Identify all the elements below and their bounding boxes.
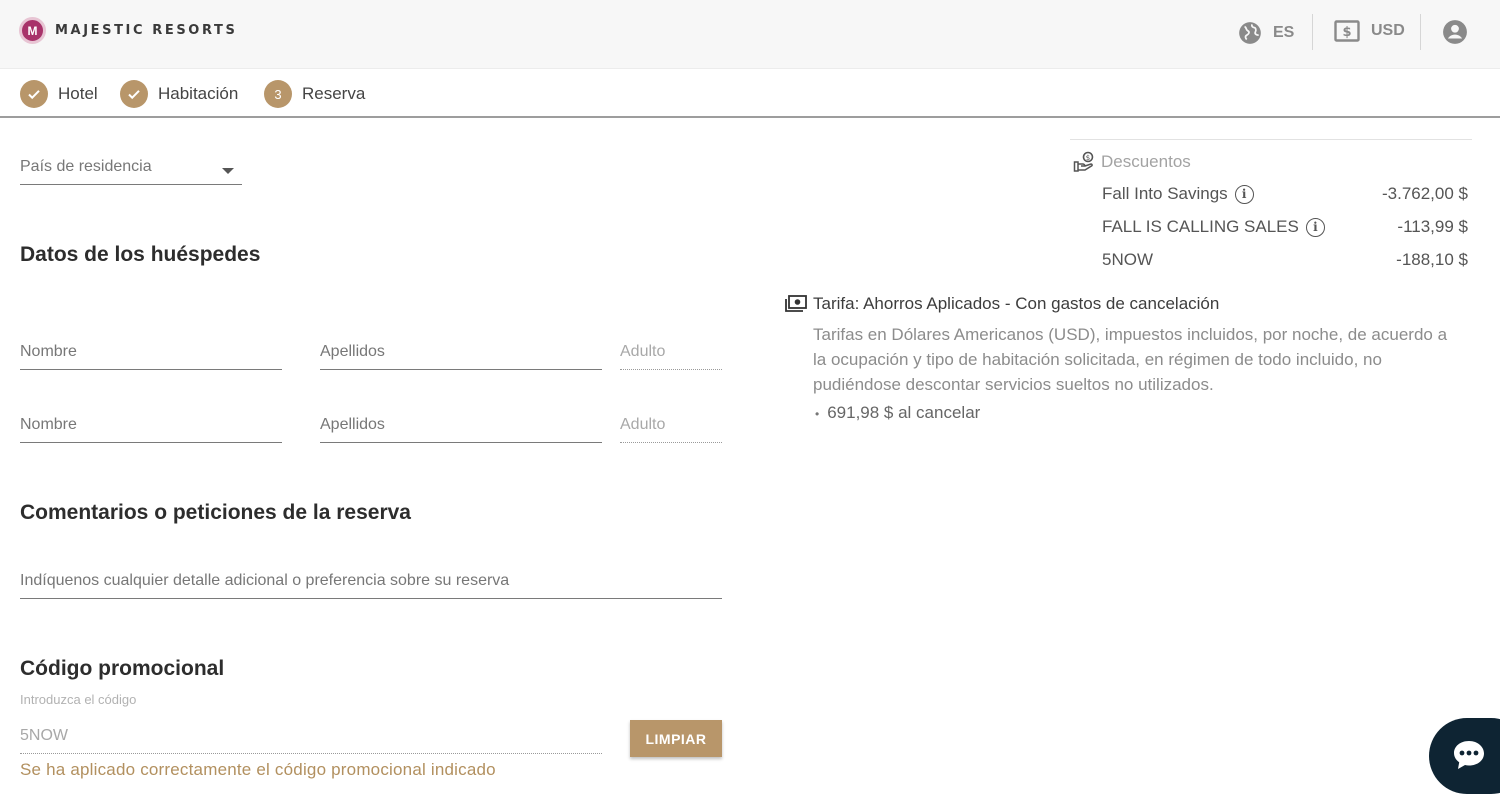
discounts-header: $ Descuentos xyxy=(1073,151,1191,173)
guests-title: Datos de los huéspedes xyxy=(20,243,261,266)
field-placeholder: Adulto xyxy=(620,343,666,360)
step-number: 3 xyxy=(264,80,292,108)
discount-row: 5NOW -188,10 $ xyxy=(1102,250,1468,270)
svg-text:$: $ xyxy=(1086,154,1090,162)
currency-icon: $ xyxy=(1334,20,1360,42)
user-icon xyxy=(1443,20,1467,44)
step-label: Reserva xyxy=(302,84,366,103)
field-placeholder: Apellidos xyxy=(320,416,385,433)
discount-name: FALL IS CALLING SALES xyxy=(1102,217,1299,236)
comments-title: Comentarios o peticiones de la reserva xyxy=(20,501,411,524)
chat-button[interactable] xyxy=(1429,718,1500,794)
currency-code: USD xyxy=(1371,22,1405,39)
last-name-input[interactable]: Apellidos xyxy=(320,335,602,370)
language-code: ES xyxy=(1273,24,1295,41)
account-button[interactable] xyxy=(1442,19,1468,45)
first-name-input[interactable]: Nombre xyxy=(20,335,282,370)
summary-divider xyxy=(1070,139,1472,140)
promo-success-message: Se ha aplicado correctamente el código p… xyxy=(20,760,496,779)
step-done-icon xyxy=(20,80,48,108)
field-placeholder: Apellidos xyxy=(320,343,385,360)
discount-hand-icon: $ xyxy=(1073,151,1094,172)
discount-amount: -113,99 $ xyxy=(1397,217,1468,236)
language-selector[interactable]: ES xyxy=(1237,20,1294,46)
discount-name: 5NOW xyxy=(1102,250,1153,269)
promo-code-input[interactable]: 5NOW xyxy=(20,718,602,754)
last-name-input[interactable]: Apellidos xyxy=(320,408,602,443)
discount-row: Fall Into Savings i -3.762,00 $ xyxy=(1102,184,1468,204)
step-label: Habitación xyxy=(158,84,239,103)
currency-selector[interactable]: $ USD xyxy=(1334,20,1405,42)
clear-promo-button[interactable]: LIMPIAR xyxy=(630,720,722,757)
discount-amount: -3.762,00 $ xyxy=(1381,184,1468,203)
info-icon[interactable]: i xyxy=(1234,184,1254,204)
brand-logo-mark: M xyxy=(19,17,46,44)
booking-steps: Hotel Habitación 3 Reserva xyxy=(0,69,1500,118)
step-label: Hotel xyxy=(58,84,98,103)
field-placeholder: Nombre xyxy=(20,416,77,433)
header-divider xyxy=(1420,14,1421,50)
field-placeholder: Indíquenos cualquier detalle adicional o… xyxy=(20,572,510,589)
country-select[interactable]: País de residencia xyxy=(20,150,242,185)
chevron-down-icon xyxy=(222,168,234,174)
step-booking[interactable]: 3 Reserva xyxy=(264,80,365,108)
promo-code-value: 5NOW xyxy=(20,727,68,744)
rate-title: Tarifa: Ahorros Aplicados - Con gastos d… xyxy=(813,294,1220,313)
step-done-icon xyxy=(120,80,148,108)
brand-name: MAJESTIC RESORTS xyxy=(55,23,238,38)
guest-type-field: Adulto xyxy=(620,408,722,443)
step-room[interactable]: Habitación xyxy=(120,80,238,108)
country-label: País de residencia xyxy=(20,158,152,175)
cancel-fee: 691,98 $ al cancelar xyxy=(827,403,981,422)
discount-name: Fall Into Savings xyxy=(1102,184,1228,203)
promo-title: Código promocional xyxy=(20,657,225,680)
svg-text:$: $ xyxy=(1342,25,1351,40)
field-placeholder: Nombre xyxy=(20,343,77,360)
header-divider xyxy=(1312,14,1313,50)
field-placeholder: Adulto xyxy=(620,416,666,433)
brand-logo[interactable]: M MAJESTIC RESORTS xyxy=(19,17,237,44)
discount-amount: -188,10 $ xyxy=(1396,250,1468,269)
chat-icon xyxy=(1454,741,1484,769)
discounts-title: Descuentos xyxy=(1101,152,1191,171)
cancel-fee-item: • 691,98 $ al cancelar xyxy=(815,403,981,422)
globe-icon xyxy=(1239,22,1261,44)
first-name-input[interactable]: Nombre xyxy=(20,408,282,443)
comments-input[interactable]: Indíquenos cualquier detalle adicional o… xyxy=(20,564,722,599)
money-icon xyxy=(785,295,807,312)
rate-header: Tarifa: Ahorros Aplicados - Con gastos d… xyxy=(785,294,1219,314)
guest-type-field: Adulto xyxy=(620,335,722,370)
discount-row: FALL IS CALLING SALES i -113,99 $ xyxy=(1102,217,1468,237)
promo-label: Introduzca el código xyxy=(20,692,137,707)
step-hotel[interactable]: Hotel xyxy=(20,80,98,108)
rate-description: Tarifas en Dólares Americanos (USD), imp… xyxy=(813,325,1448,394)
info-icon[interactable]: i xyxy=(1305,217,1325,237)
top-header: M MAJESTIC RESORTS ES $ USD xyxy=(0,0,1500,69)
